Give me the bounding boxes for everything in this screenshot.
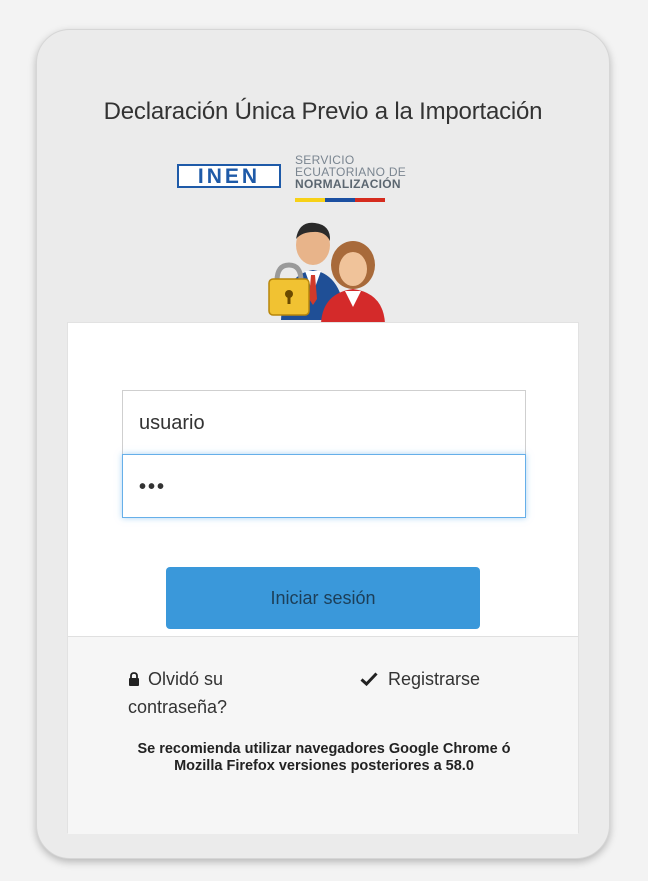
register-link[interactable]: Registrarse xyxy=(360,665,480,693)
lock-icon xyxy=(129,672,139,686)
flag-yellow xyxy=(295,198,325,202)
password-field[interactable]: ••• xyxy=(122,454,526,518)
login-footer: Olvidó su contraseña? Registrarse Se rec… xyxy=(68,636,578,834)
login-button[interactable]: Iniciar sesión xyxy=(166,567,480,629)
inen-logo-text: SERVICIO ECUATORIANO DE NORMALIZACIÓN xyxy=(295,154,406,190)
forgot-password-label: Olvidó su contraseña? xyxy=(128,669,228,717)
login-card: Declaración Única Previo a la Importació… xyxy=(36,29,610,859)
register-label: Registrarse xyxy=(388,669,481,689)
flag-red xyxy=(355,198,385,202)
flag-blue xyxy=(325,198,355,202)
logo-line-3: NORMALIZACIÓN xyxy=(295,177,401,191)
page-title: Declaración Única Previo a la Importació… xyxy=(103,98,543,125)
login-panel: usuario ••• Iniciar sesión Olvidó su con… xyxy=(67,322,579,834)
flag-stripe xyxy=(295,198,385,202)
forgot-password-link[interactable]: Olvidó su contraseña? xyxy=(128,665,268,721)
users-lock-icon xyxy=(263,215,393,325)
inen-logo: INEN SERVICIO ECUATORIANO DE NORMALIZACI… xyxy=(177,154,477,206)
inen-logo-mark: INEN xyxy=(177,164,281,188)
username-field[interactable]: usuario xyxy=(122,390,526,454)
check-icon xyxy=(360,672,378,686)
browser-recommendation-note: Se recomienda utilizar navegadores Googl… xyxy=(137,741,511,774)
inen-acronym: INEN xyxy=(198,165,260,188)
